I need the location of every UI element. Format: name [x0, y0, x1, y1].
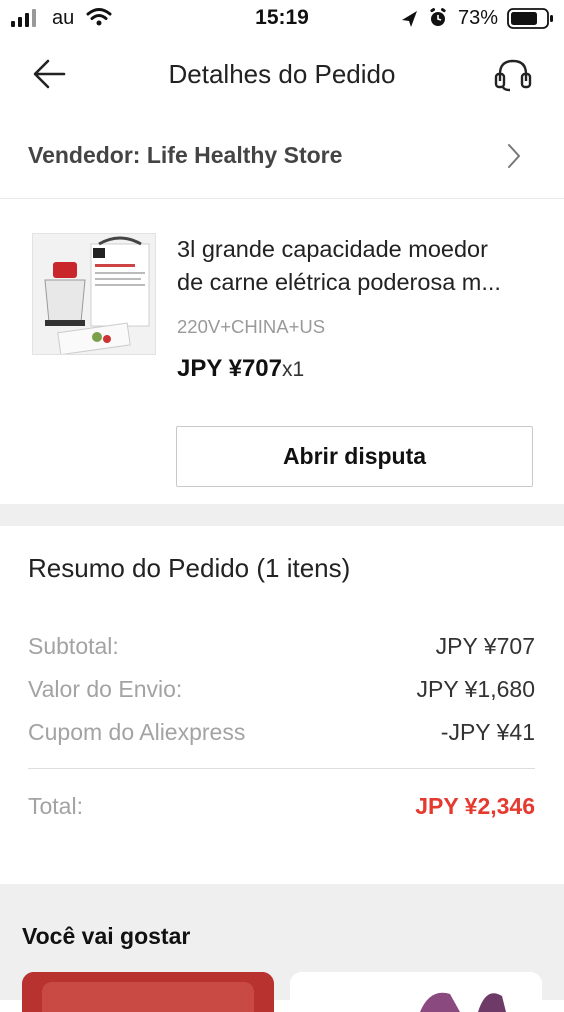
product-quantity: x1	[282, 358, 305, 381]
product-price-row: JPY ¥707x1	[177, 355, 304, 383]
headset-icon	[494, 59, 532, 92]
subtotal-label: Subtotal:	[28, 633, 119, 659]
page-title: Detalhes do Pedido	[168, 59, 396, 89]
seller-name: Vendedor: Life Healthy Store	[28, 142, 343, 168]
recommended-product-image	[290, 972, 542, 1012]
recommended-product-image	[22, 972, 274, 1012]
meat-grinder-image	[33, 234, 155, 354]
coupon-value: -JPY ¥41	[440, 719, 535, 745]
subtotal-value: JPY ¥707	[435, 633, 535, 659]
order-summary-title: Resumo do Pedido (1 itens)	[28, 553, 351, 583]
product-title[interactable]: 3l grande capacidade moedor de carne elé…	[177, 233, 542, 299]
seller-row[interactable]: Vendedor: Life Healthy Store	[0, 114, 564, 199]
product-price: JPY ¥707	[177, 355, 282, 382]
coupon-label: Cupom do Aliexpress	[28, 719, 246, 745]
recommended-product-card[interactable]	[290, 972, 542, 1012]
order-summary: Resumo do Pedido (1 itens) Subtotal: JPY…	[0, 526, 564, 884]
chevron-right-icon	[508, 144, 520, 168]
summary-divider	[28, 768, 535, 769]
status-bar: au 15:19 73%	[0, 0, 564, 36]
product-variant: 220V+CHINA+US	[177, 316, 326, 337]
product-title-line-2: de carne elétrica poderosa m...	[177, 269, 501, 295]
product-title-line-1: 3l grande capacidade moedor	[177, 236, 488, 262]
total-value: JPY ¥2,346	[415, 793, 535, 819]
subtotal-row: Subtotal: JPY ¥707	[28, 633, 535, 663]
order-item: 3l grande capacidade moedor de carne elé…	[0, 199, 564, 504]
open-dispute-button[interactable]: Abrir disputa	[176, 426, 533, 487]
section-divider	[0, 504, 564, 526]
shipping-label: Valor do Envio:	[28, 676, 183, 702]
coupon-row: Cupom do Aliexpress -JPY ¥41	[28, 719, 535, 749]
shipping-value: JPY ¥1,680	[416, 676, 535, 702]
total-label: Total:	[28, 793, 83, 819]
recommendations-title: Você vai gostar	[22, 923, 191, 949]
product-image[interactable]	[32, 233, 156, 355]
total-row: Total: JPY ¥2,346	[28, 793, 535, 823]
shipping-row: Valor do Envio: JPY ¥1,680	[28, 676, 535, 706]
recommended-product-card[interactable]	[22, 972, 274, 1012]
customer-support-button[interactable]	[490, 54, 538, 98]
navigation-bar: Detalhes do Pedido	[0, 36, 564, 114]
battery-percentage: 73%	[458, 7, 499, 29]
